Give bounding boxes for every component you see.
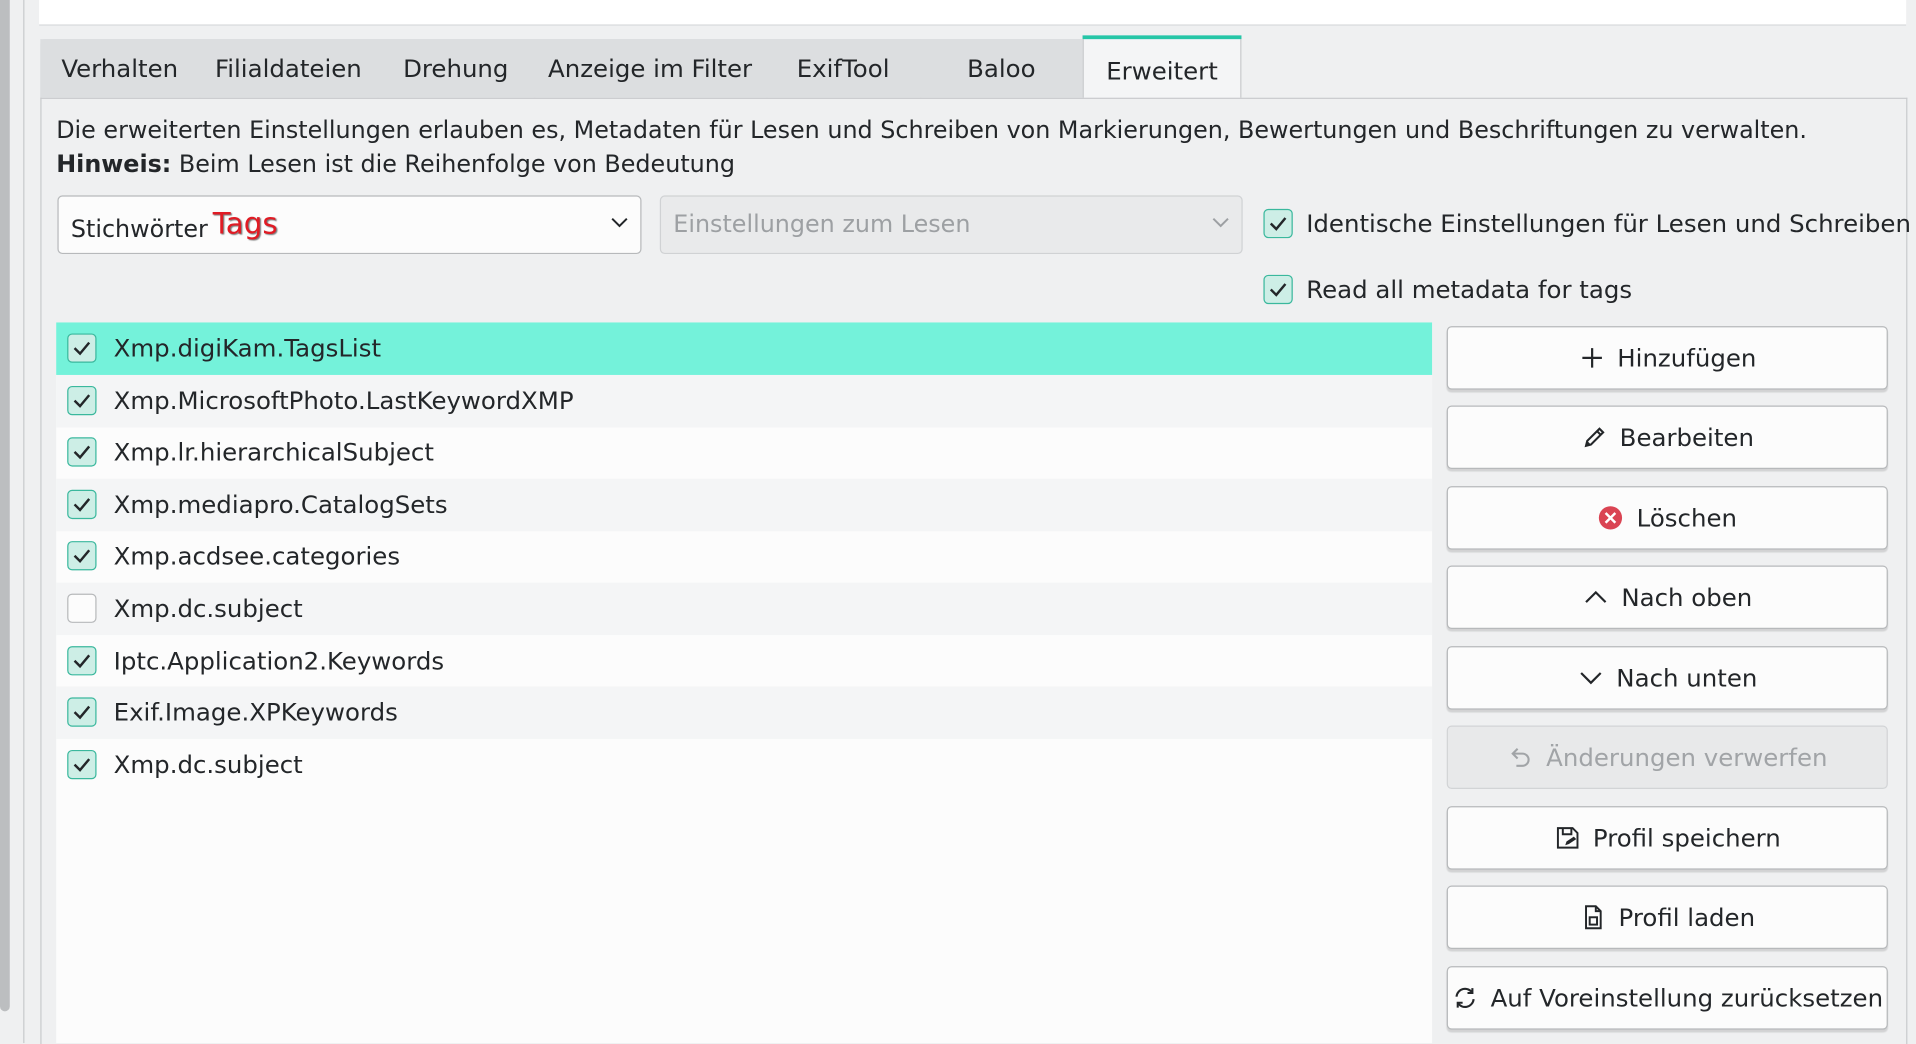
namespace-row[interactable]: Xmp.dc.subject [56, 582, 1433, 636]
checkmark-icon [73, 758, 91, 772]
move-up-button[interactable]: Nach oben [1446, 565, 1888, 630]
move-down-button[interactable]: Nach unten [1446, 646, 1888, 710]
checkmark-icon [73, 706, 91, 720]
left-divider [23, 0, 25, 1044]
namespace-label: Exif.Image.XPKeywords [113, 697, 398, 727]
namespace-label: Xmp.digiKam.TagsList [113, 333, 382, 363]
namespace-checkbox[interactable] [67, 541, 97, 571]
plus-icon [1581, 348, 1602, 368]
pencil-icon [1584, 427, 1605, 448]
checkmark-icon [73, 654, 91, 668]
category-combobox[interactable]: Stichwörter Tags [57, 195, 642, 255]
load-profile-button-label: Profil laden [1618, 902, 1756, 932]
namespace-row[interactable]: Xmp.dc.subject [56, 739, 1432, 792]
namespace-label: Iptc.Application2.Keywords [113, 645, 445, 675]
tab-erweitert[interactable]: Erweitert [1082, 35, 1242, 99]
namespace-row[interactable]: Xmp.MicrosoftPhoto.LastKeywordXMP [56, 374, 1433, 427]
chevron-down-icon [1580, 672, 1602, 685]
top-panel [39, 0, 1907, 26]
tags-overlay-label: Tags [212, 206, 278, 241]
checkmark-icon [73, 393, 91, 408]
delete-button[interactable]: Löschen [1446, 486, 1888, 550]
undo-icon [1511, 747, 1531, 767]
revert-changes-button-label: Änderungen verwerfen [1546, 742, 1828, 772]
refresh-icon [1455, 987, 1475, 1008]
checkmark-icon [1269, 283, 1287, 297]
namespace-checkbox[interactable] [67, 385, 97, 415]
add-button-label: Hinzufügen [1617, 343, 1757, 373]
move-down-button-label: Nach unten [1616, 663, 1758, 693]
namespace-label: Xmp.mediapro.CatalogSets [113, 489, 448, 519]
namespace-row[interactable]: Xmp.acdsee.categories [56, 531, 1432, 584]
namespace-checkbox[interactable] [67, 749, 97, 780]
tab-baloo[interactable]: Baloo [920, 39, 1084, 98]
namespace-label: Xmp.dc.subject [113, 593, 303, 623]
namespace-checkbox[interactable] [67, 437, 97, 467]
namespace-row[interactable]: Exif.Image.XPKeywords [56, 686, 1433, 740]
move-up-button-label: Nach oben [1621, 582, 1753, 612]
namespace-row[interactable]: Iptc.Application2.Keywords [56, 635, 1432, 688]
checkmark-icon [73, 497, 91, 512]
save-profile-button[interactable]: Profil speichern [1446, 806, 1888, 870]
checkmark-icon [73, 445, 91, 460]
namespace-label: Xmp.lr.hierarchicalSubject [113, 437, 434, 467]
read-all-metadata-checkbox[interactable] [1263, 274, 1293, 305]
tab-verhalten[interactable]: Verhalten [40, 39, 201, 98]
namespace-row[interactable]: Xmp.mediapro.CatalogSets [56, 478, 1433, 532]
reset-defaults-button-label: Auf Voreinstellung zurücksetzen [1490, 983, 1884, 1013]
namespace-label: Xmp.acdsee.categories [113, 541, 401, 571]
namespace-row[interactable]: Xmp.digiKam.TagsList [56, 322, 1433, 375]
namespace-checkbox[interactable] [67, 645, 97, 675]
checkmark-icon [73, 549, 91, 564]
namespace-checkbox[interactable] [67, 333, 97, 363]
identical-settings-checkbox[interactable] [1263, 208, 1293, 239]
delete-icon [1599, 506, 1623, 530]
checkmark-icon [1269, 217, 1287, 231]
tab-filialdateien[interactable]: Filialdateien [199, 39, 379, 98]
delete-button-label: Löschen [1636, 503, 1737, 533]
namespace-row[interactable]: Xmp.lr.hierarchicalSubject [56, 426, 1432, 479]
settings-page: Verhalten Filialdateien Drehung Anzeige … [0, 0, 1916, 1044]
chevron-down-icon [611, 217, 628, 228]
namespace-checkbox[interactable] [67, 489, 97, 519]
namespace-label: Xmp.MicrosoftPhoto.LastKeywordXMP [113, 385, 574, 415]
category-label: Stichwörter [70, 214, 208, 244]
category-combobox-value: Stichwörter Tags [70, 206, 278, 244]
namespace-checkbox[interactable] [67, 697, 97, 727]
namespace-label: Xmp.dc.subject [113, 749, 303, 780]
hint-line: Hinweis: Beim Lesen ist die Reihenfolge … [56, 148, 1807, 182]
read-write-mode-combobox[interactable]: Einstellungen zum Lesen [659, 195, 1243, 255]
tab-anzeige-im-filter[interactable]: Anzeige im Filter [533, 39, 768, 98]
hint-text: Beim Lesen ist die Reihenfolge von Bedeu… [171, 150, 735, 179]
read-all-metadata-label[interactable]: Read all metadata for tags [1306, 275, 1632, 304]
save-profile-button-label: Profil speichern [1592, 823, 1781, 853]
identical-settings-label[interactable]: Identische Einstellungen für Lesen und S… [1306, 209, 1911, 238]
description-text: Die erweiterten Einstellungen erlauben e… [56, 116, 1807, 145]
chevron-down-icon [1212, 217, 1229, 228]
tab-drehung[interactable]: Drehung [377, 39, 536, 98]
load-profile-button[interactable]: Profil laden [1446, 885, 1888, 950]
reset-defaults-button[interactable]: Auf Voreinstellung zurücksetzen [1446, 966, 1888, 1030]
revert-changes-button[interactable]: Änderungen verwerfen [1446, 725, 1888, 790]
hint-label: Hinweis: [56, 150, 172, 179]
description: Die erweiterten Einstellungen erlauben e… [56, 114, 1807, 182]
mode-combobox-value: Einstellungen zum Lesen [673, 210, 971, 239]
edit-button[interactable]: Bearbeiten [1446, 405, 1888, 470]
save-document-icon [1556, 827, 1578, 849]
add-button[interactable]: Hinzufügen [1446, 326, 1888, 390]
tab-exiftool[interactable]: ExifTool [766, 39, 922, 98]
left-scrollbar[interactable] [0, 0, 10, 1012]
namespace-checkbox[interactable] [67, 593, 97, 623]
chevron-up-icon [1585, 590, 1607, 603]
checkmark-icon [73, 341, 91, 356]
open-document-icon [1584, 905, 1602, 930]
namespace-list[interactable]: Xmp.digiKam.TagsList Xmp.MicrosoftPhoto.L… [56, 322, 1433, 1044]
tab-bar: Verhalten Filialdateien Drehung Anzeige … [40, 35, 1906, 99]
edit-button-label: Bearbeiten [1619, 422, 1754, 452]
